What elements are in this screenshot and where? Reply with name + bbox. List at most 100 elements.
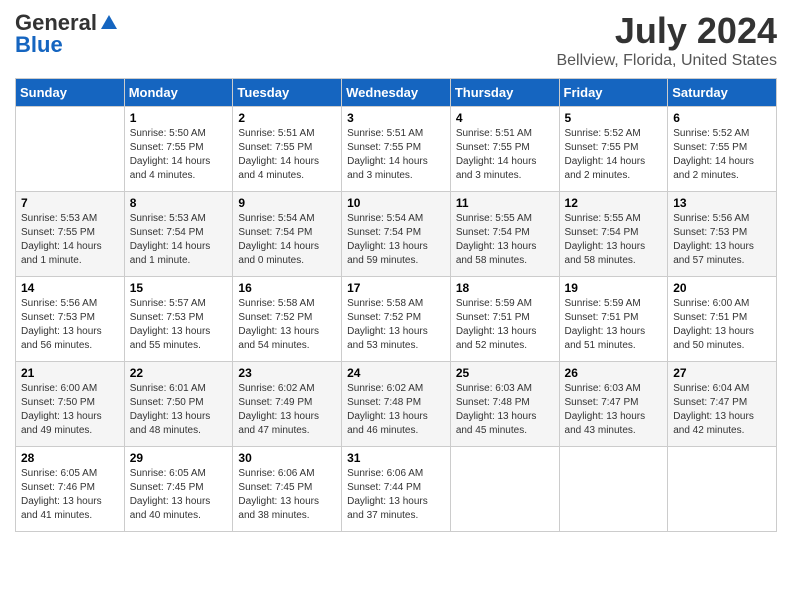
calendar-cell: 10Sunrise: 5:54 AM Sunset: 7:54 PM Dayli…	[342, 192, 451, 277]
day-number: 1	[130, 111, 228, 125]
calendar-cell: 22 Sunrise: 6:01 AM Sunset: 7:50 PM Dayli…	[124, 362, 233, 447]
cell-info: Sunrise: 5:56 AM Sunset: 7:53 PM Dayligh…	[21, 297, 119, 353]
cell-info: Sunrise: 6:00 AM Sunset: 7:51 PM Dayligh…	[673, 297, 771, 353]
calendar-cell: 3 Sunrise: 5:51 AM Sunset: 7:55 PM Daylig…	[342, 107, 451, 192]
cell-info: Sunrise: 5:53 AM Sunset: 7:55 PM Dayligh…	[21, 212, 119, 268]
calendar-cell: 7Sunrise: 5:53 AM Sunset: 7:55 PM Daylig…	[16, 192, 125, 277]
calendar-cell: 30 Sunrise: 6:06 AM Sunset: 7:45 PM Dayli…	[233, 447, 342, 532]
calendar-cell: 5 Sunrise: 5:52 AM Sunset: 7:55 PM Daylig…	[559, 107, 668, 192]
calendar-cell: 15 Sunrise: 5:57 AM Sunset: 7:53 PM Dayli…	[124, 277, 233, 362]
calendar-cell: 21 Sunrise: 6:00 AM Sunset: 7:50 PM Dayli…	[16, 362, 125, 447]
calendar-title: July 2024	[556, 10, 777, 52]
day-number: 6	[673, 111, 771, 125]
day-number: 18	[456, 281, 554, 295]
day-number: 16	[238, 281, 336, 295]
logo: General Blue	[15, 10, 119, 58]
cell-info: Sunrise: 5:59 AM Sunset: 7:51 PM Dayligh…	[456, 297, 554, 353]
calendar-cell: 9 Sunrise: 5:54 AM Sunset: 7:54 PM Daylig…	[233, 192, 342, 277]
calendar-cell	[450, 447, 559, 532]
calendar-cell: 13 Sunrise: 5:56 AM Sunset: 7:53 PM Dayli…	[668, 192, 777, 277]
calendar-cell: 18 Sunrise: 5:59 AM Sunset: 7:51 PM Dayli…	[450, 277, 559, 362]
calendar-cell: 23Sunrise: 6:02 AM Sunset: 7:49 PM Dayli…	[233, 362, 342, 447]
calendar-cell: 31Sunrise: 6:06 AM Sunset: 7:44 PM Dayli…	[342, 447, 451, 532]
calendar-cell: 4Sunrise: 5:51 AM Sunset: 7:55 PM Daylig…	[450, 107, 559, 192]
calendar-week-row: 1 Sunrise: 5:50 AM Sunset: 7:55 PM Daylig…	[16, 107, 777, 192]
day-number: 23	[238, 366, 336, 380]
cell-info: Sunrise: 5:55 AM Sunset: 7:54 PM Dayligh…	[456, 212, 554, 268]
cell-info: Sunrise: 5:58 AM Sunset: 7:52 PM Dayligh…	[238, 297, 336, 353]
day-number: 29	[130, 451, 228, 465]
day-number: 9	[238, 196, 336, 210]
day-number: 13	[673, 196, 771, 210]
calendar-cell	[668, 447, 777, 532]
logo-blue: Blue	[15, 32, 63, 58]
calendar-subtitle: Bellview, Florida, United States	[556, 52, 777, 70]
calendar-cell: 27Sunrise: 6:04 AM Sunset: 7:47 PM Dayli…	[668, 362, 777, 447]
calendar-cell	[16, 107, 125, 192]
day-number: 27	[673, 366, 771, 380]
calendar-cell: 14Sunrise: 5:56 AM Sunset: 7:53 PM Dayli…	[16, 277, 125, 362]
day-number: 20	[673, 281, 771, 295]
cell-info: Sunrise: 6:01 AM Sunset: 7:50 PM Dayligh…	[130, 382, 228, 438]
calendar-cell: 20 Sunrise: 6:00 AM Sunset: 7:51 PM Dayli…	[668, 277, 777, 362]
day-number: 21	[21, 366, 119, 380]
cell-info: Sunrise: 6:03 AM Sunset: 7:47 PM Dayligh…	[565, 382, 663, 438]
day-number: 31	[347, 451, 445, 465]
day-number: 17	[347, 281, 445, 295]
day-number: 8	[130, 196, 228, 210]
day-number: 22	[130, 366, 228, 380]
calendar-week-row: 21 Sunrise: 6:00 AM Sunset: 7:50 PM Dayli…	[16, 362, 777, 447]
cell-info: Sunrise: 5:52 AM Sunset: 7:55 PM Dayligh…	[673, 127, 771, 183]
calendar-header-row: SundayMondayTuesdayWednesdayThursdayFrid…	[16, 79, 777, 107]
day-header-sunday: Sunday	[16, 79, 125, 107]
calendar-cell: 19 Sunrise: 5:59 AM Sunset: 7:51 PM Dayli…	[559, 277, 668, 362]
calendar-cell: 6 Sunrise: 5:52 AM Sunset: 7:55 PM Daylig…	[668, 107, 777, 192]
calendar-cell: 28Sunrise: 6:05 AM Sunset: 7:46 PM Dayli…	[16, 447, 125, 532]
day-number: 30	[238, 451, 336, 465]
day-number: 19	[565, 281, 663, 295]
calendar-cell: 2Sunrise: 5:51 AM Sunset: 7:55 PM Daylig…	[233, 107, 342, 192]
day-header-saturday: Saturday	[668, 79, 777, 107]
cell-info: Sunrise: 5:56 AM Sunset: 7:53 PM Dayligh…	[673, 212, 771, 268]
calendar-cell: 26Sunrise: 6:03 AM Sunset: 7:47 PM Dayli…	[559, 362, 668, 447]
day-number: 5	[565, 111, 663, 125]
day-header-monday: Monday	[124, 79, 233, 107]
day-header-tuesday: Tuesday	[233, 79, 342, 107]
cell-info: Sunrise: 5:53 AM Sunset: 7:54 PM Dayligh…	[130, 212, 228, 268]
day-header-wednesday: Wednesday	[342, 79, 451, 107]
cell-info: Sunrise: 5:51 AM Sunset: 7:55 PM Dayligh…	[347, 127, 445, 183]
page-header: General Blue July 2024 Bellview, Florida…	[15, 10, 777, 70]
calendar-cell: 12 Sunrise: 5:55 AM Sunset: 7:54 PM Dayli…	[559, 192, 668, 277]
cell-info: Sunrise: 5:55 AM Sunset: 7:54 PM Dayligh…	[565, 212, 663, 268]
cell-info: Sunrise: 5:59 AM Sunset: 7:51 PM Dayligh…	[565, 297, 663, 353]
calendar-cell	[559, 447, 668, 532]
calendar-week-row: 7Sunrise: 5:53 AM Sunset: 7:55 PM Daylig…	[16, 192, 777, 277]
day-number: 15	[130, 281, 228, 295]
day-number: 28	[21, 451, 119, 465]
cell-info: Sunrise: 5:52 AM Sunset: 7:55 PM Dayligh…	[565, 127, 663, 183]
day-number: 10	[347, 196, 445, 210]
day-number: 24	[347, 366, 445, 380]
cell-info: Sunrise: 6:00 AM Sunset: 7:50 PM Dayligh…	[21, 382, 119, 438]
day-number: 3	[347, 111, 445, 125]
cell-info: Sunrise: 6:05 AM Sunset: 7:45 PM Dayligh…	[130, 467, 228, 523]
calendar-cell: 1 Sunrise: 5:50 AM Sunset: 7:55 PM Daylig…	[124, 107, 233, 192]
day-number: 11	[456, 196, 554, 210]
cell-info: Sunrise: 5:50 AM Sunset: 7:55 PM Dayligh…	[130, 127, 228, 183]
calendar-cell: 25Sunrise: 6:03 AM Sunset: 7:48 PM Dayli…	[450, 362, 559, 447]
cell-info: Sunrise: 5:57 AM Sunset: 7:53 PM Dayligh…	[130, 297, 228, 353]
calendar-cell: 8 Sunrise: 5:53 AM Sunset: 7:54 PM Daylig…	[124, 192, 233, 277]
day-header-thursday: Thursday	[450, 79, 559, 107]
cell-info: Sunrise: 5:58 AM Sunset: 7:52 PM Dayligh…	[347, 297, 445, 353]
day-number: 12	[565, 196, 663, 210]
cell-info: Sunrise: 6:02 AM Sunset: 7:48 PM Dayligh…	[347, 382, 445, 438]
calendar-cell: 11 Sunrise: 5:55 AM Sunset: 7:54 PM Dayli…	[450, 192, 559, 277]
day-header-friday: Friday	[559, 79, 668, 107]
cell-info: Sunrise: 6:03 AM Sunset: 7:48 PM Dayligh…	[456, 382, 554, 438]
day-number: 4	[456, 111, 554, 125]
calendar-cell: 24 Sunrise: 6:02 AM Sunset: 7:48 PM Dayli…	[342, 362, 451, 447]
calendar-cell: 29 Sunrise: 6:05 AM Sunset: 7:45 PM Dayli…	[124, 447, 233, 532]
cell-info: Sunrise: 5:54 AM Sunset: 7:54 PM Dayligh…	[238, 212, 336, 268]
calendar-cell: 16 Sunrise: 5:58 AM Sunset: 7:52 PM Dayli…	[233, 277, 342, 362]
cell-info: Sunrise: 6:06 AM Sunset: 7:45 PM Dayligh…	[238, 467, 336, 523]
